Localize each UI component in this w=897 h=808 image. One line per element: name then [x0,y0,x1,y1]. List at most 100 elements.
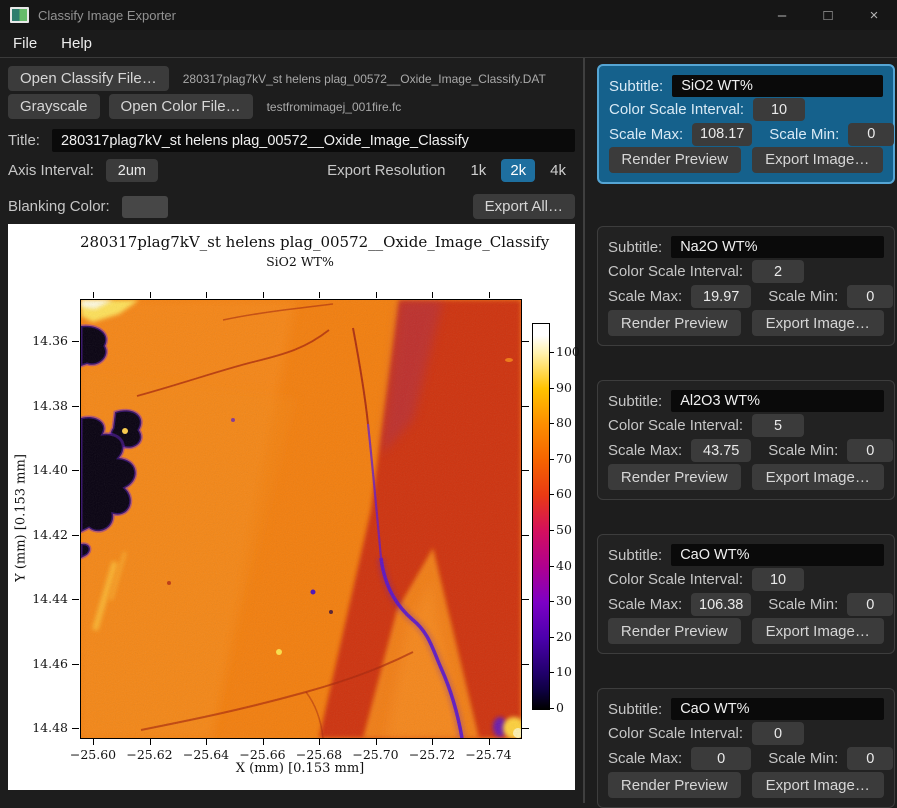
x-tick-label: −25.64 [183,747,229,762]
scale-max-label: Scale Max: [608,442,682,459]
colorbar-tick-mark [550,388,554,389]
blanking-color-swatch[interactable] [122,196,168,218]
interval-label: Color Scale Interval: [608,417,743,434]
menu-file[interactable]: File [13,35,37,52]
grayscale-button[interactable]: Grayscale [8,94,100,119]
maximize-button[interactable]: □ [805,0,851,30]
render-preview-button[interactable]: Render Preview [608,310,741,336]
scale-min-input[interactable] [847,593,893,616]
colorbar-tick-mark [550,637,554,638]
y-tick-mark [522,599,529,600]
minimize-button[interactable]: – [759,0,805,30]
scale-max-input[interactable] [691,439,751,462]
y-tick-label: 14.46 [24,656,68,671]
render-preview-button[interactable]: Render Preview [608,618,741,644]
colorbar [532,323,550,710]
export-image-button[interactable]: Export Image… [752,310,885,336]
menu-help[interactable]: Help [61,35,92,52]
render-preview-button[interactable]: Render Preview [609,147,741,173]
interval-input[interactable] [752,568,804,591]
scale-min-input[interactable] [847,439,893,462]
channel-card-list: Subtitle: Color Scale Interval: Scale Ma… [597,64,895,808]
colorbar-tick-label: 50 [556,522,572,537]
scale-max-input[interactable] [691,747,751,770]
scale-min-label: Scale Min: [768,288,838,305]
colorbar-tick-mark [550,601,554,602]
title-input[interactable] [52,129,575,152]
subtitle-input[interactable] [672,75,883,97]
y-tick-label: 14.42 [24,527,68,542]
plot-subtitle: SiO2 WT% [80,254,520,269]
y-tick-mark [72,341,79,342]
colorbar-tick-label: 80 [556,415,572,430]
x-tick-mark [150,292,151,298]
subtitle-label: Subtitle: [608,393,662,410]
export-image-button[interactable]: Export Image… [752,464,885,490]
subtitle-input[interactable] [671,544,884,566]
x-tick-mark [376,292,377,298]
subtitle-input[interactable] [671,390,884,412]
x-tick-mark [432,739,433,745]
scale-min-input[interactable] [847,285,893,308]
y-tick-mark [522,406,529,407]
subtitle-label: Subtitle: [608,701,662,718]
x-tick-label: −25.70 [352,747,398,762]
colorbar-tick-label: 0 [556,700,564,715]
colorbar-tick-mark [550,459,554,460]
export-image-button[interactable]: Export Image… [752,618,885,644]
y-tick-mark [522,470,529,471]
y-tick-mark [72,728,79,729]
export-image-button[interactable]: Export Image… [752,147,884,173]
channel-card: Subtitle: Color Scale Interval: Scale Ma… [597,380,895,500]
x-tick-label: −25.62 [126,747,172,762]
panel-divider[interactable] [583,58,585,803]
export-image-button[interactable]: Export Image… [752,772,885,798]
x-tick-label: −25.74 [465,747,511,762]
interval-input[interactable] [753,98,805,121]
x-tick-label: −25.60 [70,747,116,762]
plot-title: 280317plag7kV_st helens plag_00572__Oxid… [80,233,520,251]
y-tick-label: 14.38 [24,398,68,413]
x-tick-label: −25.68 [296,747,342,762]
subtitle-input[interactable] [671,236,884,258]
scale-max-input[interactable] [691,593,751,616]
render-preview-button[interactable]: Render Preview [608,464,741,490]
x-tick-mark [263,739,264,745]
x-tick-mark [93,292,94,298]
classify-filename: 280317plag7kV_st helens plag_00572__Oxid… [183,72,546,86]
close-button[interactable]: × [851,0,897,30]
subtitle-input[interactable] [671,698,884,720]
y-tick-label: 14.48 [24,720,68,735]
resolution-1k[interactable]: 1k [461,159,495,182]
x-tick-mark [93,739,94,745]
export-all-button[interactable]: Export All… [473,194,575,219]
scale-max-input[interactable] [692,123,752,146]
colorbar-tick-label: 30 [556,593,572,608]
x-tick-mark [206,292,207,298]
x-tick-mark [263,292,264,298]
colorbar-tick-label: 10 [556,664,572,679]
axis-interval-input[interactable] [106,159,158,182]
render-preview-button[interactable]: Render Preview [608,772,741,798]
resolution-2k[interactable]: 2k [501,159,535,182]
x-tick-mark [319,292,320,298]
colorbar-tick-label: 100 [556,344,580,359]
interval-input[interactable] [752,722,804,745]
subtitle-label: Subtitle: [609,78,663,95]
colorbar-tick-mark [550,672,554,673]
heatmap-image [80,299,522,739]
scale-min-input[interactable] [848,123,894,146]
interval-input[interactable] [752,260,804,283]
interval-input[interactable] [752,414,804,437]
open-classify-file-button[interactable]: Open Classify File… [8,66,169,91]
open-color-file-button[interactable]: Open Color File… [109,94,253,119]
x-tick-mark [206,739,207,745]
x-tick-mark [319,739,320,745]
colorbar-tick-label: 40 [556,558,572,573]
y-tick-mark [522,341,529,342]
color-filename: testfromimagej_001fire.fc [267,100,402,114]
scale-min-input[interactable] [847,747,893,770]
scale-max-input[interactable] [691,285,751,308]
resolution-4k[interactable]: 4k [541,159,575,182]
x-tick-mark [489,739,490,745]
